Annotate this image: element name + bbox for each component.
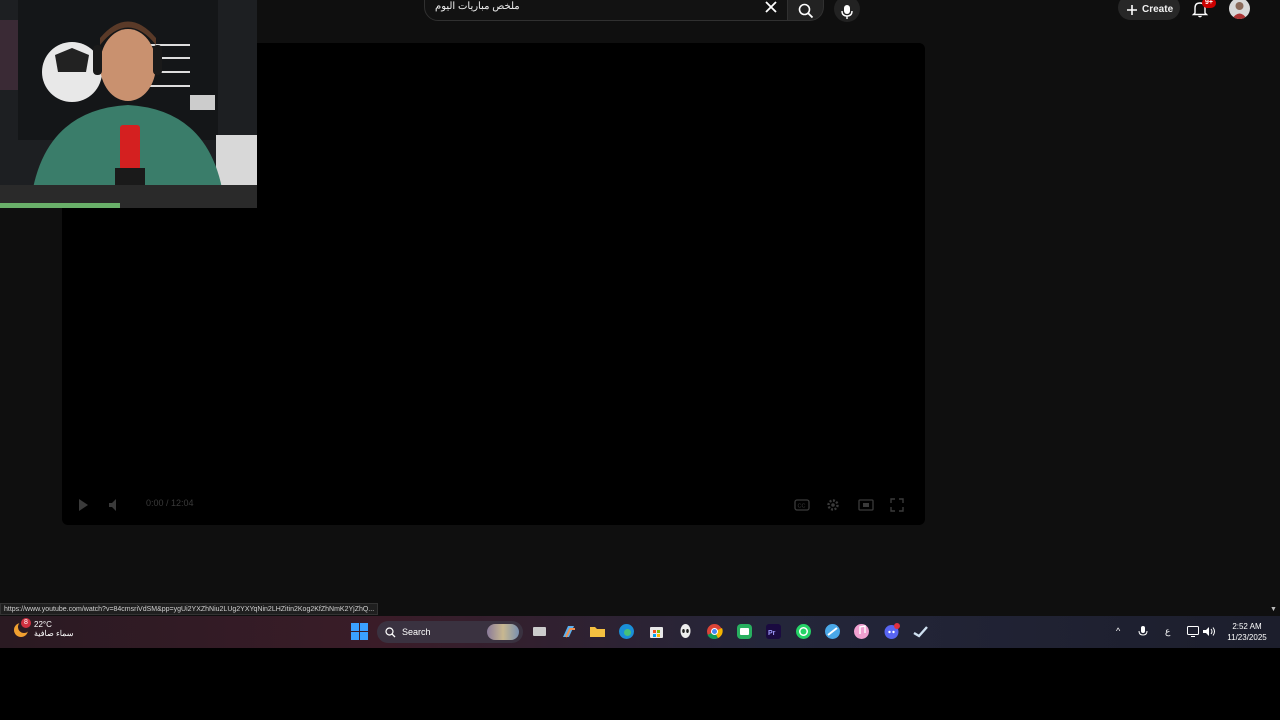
search-icon bbox=[385, 626, 396, 637]
task-view-icon[interactable] bbox=[531, 623, 548, 640]
windows-start-icon[interactable] bbox=[351, 623, 368, 640]
edge-icon[interactable] bbox=[618, 623, 635, 640]
notification-count-badge: 9+ bbox=[1202, 0, 1216, 8]
search-input[interactable]: ملخص مباريات اليوم bbox=[424, 0, 788, 21]
taskbar-clock[interactable]: 2:52 AM 11/23/2025 bbox=[1222, 621, 1272, 643]
browser-window: ملخص مباريات اليوم Create 9+ 0:00 / 12:0… bbox=[0, 0, 1280, 616]
voice-search-button[interactable] bbox=[834, 0, 860, 22]
store-icon[interactable] bbox=[648, 623, 665, 640]
fullscreen-icon[interactable] bbox=[890, 498, 906, 512]
theater-mode-icon[interactable] bbox=[858, 498, 874, 512]
chrome-icon[interactable] bbox=[706, 623, 723, 640]
language-indicator[interactable]: ع bbox=[1165, 626, 1170, 637]
settings-gear-icon[interactable] bbox=[826, 498, 842, 512]
volume-icon[interactable] bbox=[108, 498, 124, 512]
folder-icon[interactable] bbox=[589, 623, 606, 640]
taskbar: 8 22°C سماء صافية Search Pr ^ ع 2:52 AM … bbox=[0, 616, 1280, 648]
scroll-down-arrow-icon[interactable]: ▼ bbox=[1270, 606, 1277, 613]
webcam-overlay bbox=[0, 0, 257, 208]
browser-icon[interactable] bbox=[824, 623, 841, 640]
microphone-icon bbox=[841, 4, 853, 19]
search-icon bbox=[798, 3, 813, 18]
chat-app-icon[interactable] bbox=[736, 623, 753, 640]
video-time: 0:00 / 12:04 bbox=[146, 498, 194, 508]
weather-widget[interactable]: 8 22°C سماء صافية bbox=[12, 618, 74, 638]
svg-text:CC: CC bbox=[798, 504, 806, 510]
clear-search-icon[interactable] bbox=[763, 0, 779, 15]
plus-icon bbox=[1127, 4, 1137, 15]
discord-icon[interactable] bbox=[883, 623, 900, 640]
network-icon[interactable] bbox=[1187, 626, 1199, 639]
weather-moon-icon: 8 bbox=[12, 618, 31, 638]
taskbar-search-label: Search bbox=[402, 627, 431, 637]
premiere-icon[interactable]: Pr bbox=[765, 623, 782, 640]
taskbar-search[interactable]: Search bbox=[377, 621, 523, 643]
music-icon[interactable] bbox=[853, 623, 870, 640]
create-label: Create bbox=[1142, 4, 1174, 15]
captions-icon[interactable]: CC bbox=[794, 498, 810, 512]
weather-temperature: 22°C bbox=[34, 620, 52, 629]
create-button[interactable]: Create bbox=[1118, 0, 1180, 20]
weather-description: سماء صافية bbox=[34, 629, 74, 638]
alien-icon[interactable] bbox=[677, 623, 694, 640]
avatar[interactable] bbox=[1229, 0, 1250, 19]
status-bar-url: https://www.youtube.com/watch?v=84cmsriV… bbox=[0, 603, 379, 615]
weather-badge: 8 bbox=[21, 618, 31, 628]
volume-tray-icon[interactable] bbox=[1203, 626, 1216, 639]
search-query-text: ملخص مباريات اليوم bbox=[435, 1, 520, 12]
search-button[interactable] bbox=[788, 0, 824, 21]
whatsapp-icon[interactable] bbox=[795, 623, 812, 640]
steam-icon[interactable] bbox=[912, 623, 929, 640]
copilot-icon[interactable] bbox=[560, 623, 577, 640]
search-highlight-icon bbox=[487, 624, 519, 640]
player-controls: 0:00 / 12:04 CC bbox=[62, 485, 925, 525]
microphone-tray-icon[interactable] bbox=[1138, 626, 1148, 640]
play-icon[interactable] bbox=[76, 498, 92, 512]
clock-date: 11/23/2025 bbox=[1227, 633, 1267, 642]
screen: ملخص مباريات اليوم Create 9+ 0:00 / 12:0… bbox=[0, 0, 1280, 720]
show-hidden-icons-chevron-icon[interactable]: ^ bbox=[1116, 626, 1120, 636]
clock-time: 2:52 AM bbox=[1232, 622, 1262, 631]
svg-text:Pr: Pr bbox=[768, 630, 776, 637]
